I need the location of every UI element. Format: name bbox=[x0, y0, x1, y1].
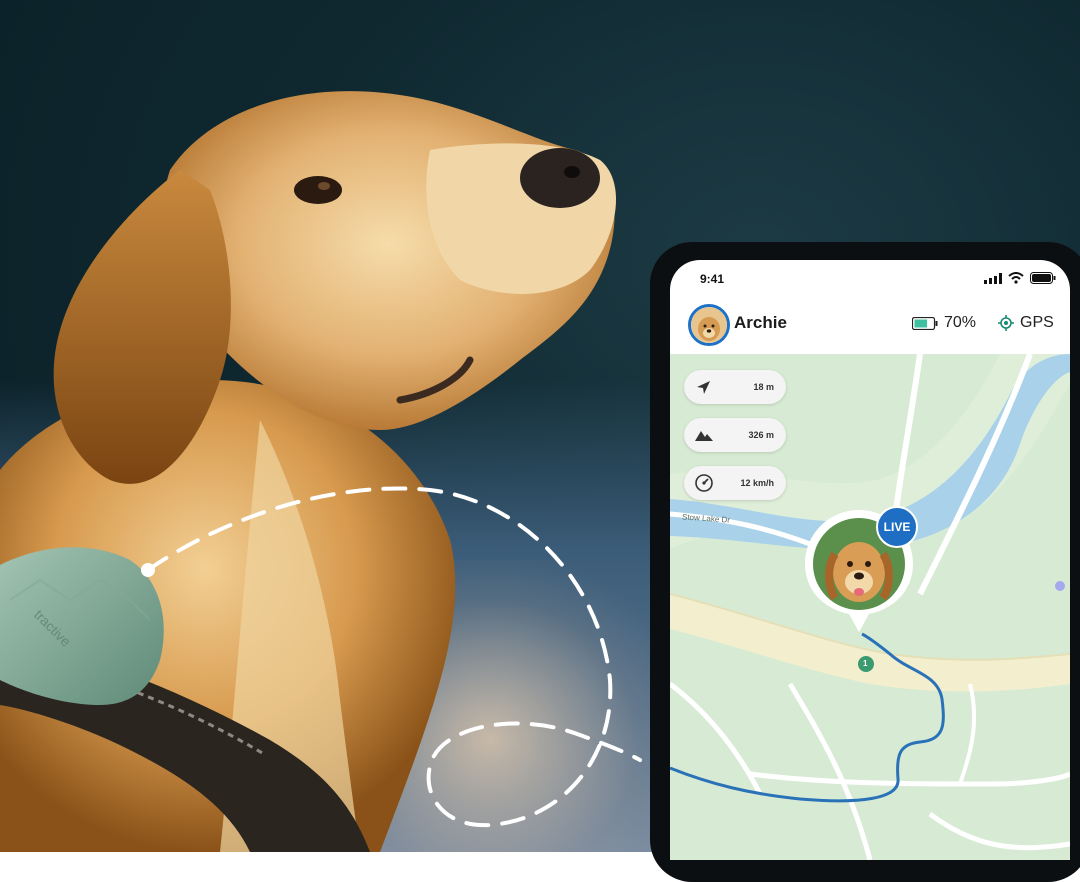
phone-battery-icon bbox=[1030, 272, 1056, 284]
gps-target-icon bbox=[998, 315, 1014, 331]
status-time: 9:41 bbox=[700, 272, 725, 286]
pet-avatar[interactable] bbox=[688, 304, 730, 346]
signal-icon bbox=[984, 272, 1002, 284]
pet-header: Archie 70% GPS bbox=[670, 296, 1070, 355]
wifi-icon bbox=[1008, 272, 1024, 284]
stat-speed-value: 12 km/h bbox=[740, 478, 774, 488]
phone-screen: 9:41 Archie 70% GPS Stow Lake Dr 1 18 m … bbox=[670, 260, 1070, 860]
waypoint-label: 1 bbox=[863, 659, 868, 668]
status-icons bbox=[984, 272, 1056, 284]
map-view[interactable]: Stow Lake Dr 1 18 m 326 m 12 km/h LIVE bbox=[670, 352, 1070, 860]
battery-percent: 70% bbox=[944, 314, 977, 331]
stat-distance-value: 18 m bbox=[753, 382, 774, 392]
stat-altitude: 326 m bbox=[684, 418, 786, 452]
dog-avatar-icon bbox=[691, 307, 727, 343]
speedometer-icon bbox=[695, 474, 713, 492]
stat-distance: 18 m bbox=[684, 370, 786, 404]
pet-name[interactable]: Archie bbox=[734, 313, 787, 333]
live-badge[interactable]: LIVE bbox=[876, 506, 918, 548]
stat-altitude-value: 326 m bbox=[748, 430, 774, 440]
battery-icon bbox=[912, 316, 938, 330]
gps-status[interactable]: GPS bbox=[998, 314, 1054, 332]
navigation-arrow-icon bbox=[697, 381, 710, 394]
stat-speed: 12 km/h bbox=[684, 466, 786, 500]
tracker-battery: 70% bbox=[912, 314, 976, 332]
status-bar: 9:41 bbox=[670, 260, 1070, 296]
gps-label: GPS bbox=[1020, 314, 1054, 331]
mountain-icon bbox=[695, 431, 713, 441]
